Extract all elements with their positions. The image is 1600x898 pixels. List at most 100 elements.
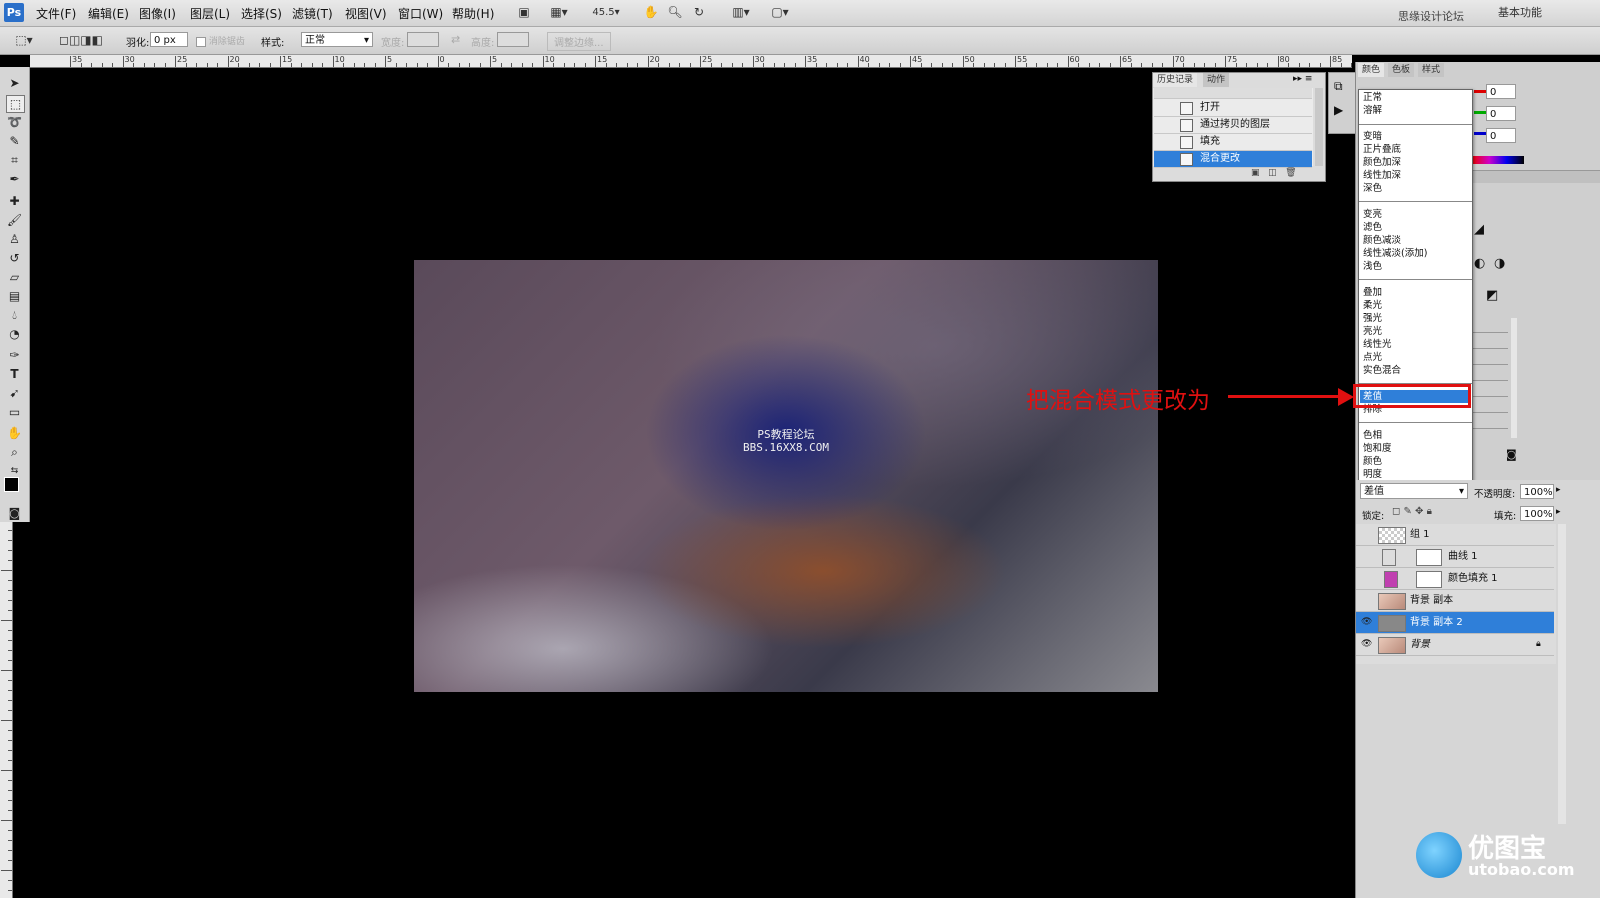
lasso-tool-icon[interactable]: ➰ [6, 114, 23, 130]
blend-option-vivid-light[interactable]: 亮光 [1363, 326, 1382, 338]
layer-row-selected[interactable]: 👁︎ 背景 副本 2 [1356, 612, 1554, 634]
width-input[interactable] [407, 32, 439, 47]
blend-mode-select[interactable]: 差值 ▾ [1360, 483, 1468, 499]
history-footer-icons[interactable]: ▣ ◫ 🗑︎ [1251, 168, 1297, 178]
blend-option-darker-color[interactable]: 深色 [1363, 183, 1382, 195]
quick-mask-icon[interactable]: ◙ [6, 505, 23, 521]
hand-icon[interactable]: ✋ [6, 425, 23, 441]
tab-history[interactable]: 历史记录 [1153, 73, 1198, 87]
blend-option-color[interactable]: 颜色 [1363, 456, 1382, 468]
shape-tool-icon[interactable]: ▭ [6, 404, 23, 420]
swap-icon[interactable]: ⇄ [451, 33, 460, 46]
document-canvas[interactable]: PS教程论坛 BBS.16XX8.COM [414, 260, 1158, 692]
tab-color[interactable]: 颜色 [1358, 63, 1385, 77]
zoom-level[interactable]: 45.5▾ [588, 4, 624, 21]
antialias-checkbox[interactable]: 消除锯齿 [196, 34, 245, 47]
blend-option-color-burn[interactable]: 颜色加深 [1363, 157, 1401, 169]
blend-option-pin-light[interactable]: 点光 [1363, 352, 1382, 364]
tab-actions[interactable]: 动作 [1203, 73, 1230, 87]
fill-input[interactable]: 100% [1520, 506, 1554, 521]
blend-option-screen[interactable]: 滤色 [1363, 222, 1382, 234]
screen-mode-icon[interactable]: ▦▾ [545, 4, 573, 21]
marquee-tool-icon[interactable]: ⬚ [6, 95, 25, 113]
layer-row[interactable]: 背景 副本 [1356, 590, 1554, 612]
crop-tool-icon[interactable]: ⌗ [6, 152, 23, 168]
selection-mode-icons[interactable]: ◻◫◨◧ [52, 32, 110, 49]
visibility-toggle[interactable] [1361, 529, 1372, 540]
foreground-color-swatch[interactable] [4, 477, 19, 492]
menu-file[interactable]: 文件(F) [36, 5, 76, 22]
visibility-toggle[interactable] [1361, 595, 1372, 606]
menu-image[interactable]: 图像(I) [139, 5, 176, 22]
bridge-icon[interactable]: ▣ [515, 4, 533, 21]
dodge-tool-icon[interactable]: ◔ [6, 326, 23, 342]
visibility-toggle[interactable] [1361, 573, 1372, 584]
feather-input[interactable]: 0 px [150, 32, 188, 47]
opacity-input[interactable]: 100% [1520, 484, 1554, 499]
blend-option-hard-light[interactable]: 强光 [1363, 313, 1382, 325]
workspace-switcher[interactable]: 基本功能 [1498, 4, 1542, 20]
blend-option-color-dodge[interactable]: 颜色减淡 [1363, 235, 1401, 247]
layer-row[interactable]: 组 1 [1356, 524, 1554, 546]
blend-option-dissolve[interactable]: 溶解 [1363, 105, 1382, 117]
tab-styles[interactable]: 样式 [1418, 63, 1445, 77]
history-snapshot[interactable] [1154, 88, 1312, 99]
gradient-map-icon[interactable]: ◩ [1486, 288, 1498, 303]
pen-tool-icon[interactable]: ✑ [6, 347, 23, 363]
blur-tool-icon[interactable]: 💧︎ [6, 307, 23, 323]
history-scrollbar[interactable] [1315, 88, 1323, 166]
curves-icon[interactable]: ◢ [1474, 222, 1484, 237]
actions-panel-icon[interactable]: ▶ [1334, 103, 1343, 117]
healing-brush-tool-icon[interactable]: ✚ [6, 193, 23, 209]
eraser-tool-icon[interactable]: ▱ [6, 269, 23, 285]
history-item[interactable]: 填充 [1154, 134, 1312, 151]
type-tool-icon[interactable]: T [6, 366, 23, 382]
clone-stamp-tool-icon[interactable]: ♙ [6, 231, 23, 247]
eyedropper-tool-icon[interactable]: ✒ [6, 171, 23, 187]
panel-menu-icon[interactable]: ▸▸ ≡ [1293, 74, 1312, 84]
green-value-input[interactable]: 0 [1486, 106, 1516, 121]
history-panel-icon[interactable]: ⧉ [1334, 79, 1343, 94]
history-brush-tool-icon[interactable]: ↺ [6, 250, 23, 266]
adjustments-footer-icon[interactable]: ◙ [1506, 448, 1517, 461]
arrange-documents-icon[interactable]: ▥▾ [727, 4, 755, 21]
path-select-tool-icon[interactable]: ➹ [6, 385, 23, 401]
blend-option-saturation[interactable]: 饱和度 [1363, 443, 1392, 455]
menu-window[interactable]: 窗口(W) [398, 5, 443, 22]
blend-option-hue[interactable]: 色相 [1363, 430, 1382, 442]
zoom-tool-icon[interactable]: 🔍︎ [666, 4, 684, 21]
refine-edge-button[interactable]: 调整边缘... [547, 32, 611, 51]
lock-options-icons[interactable]: ◻ ✎ ✥ 🔒︎ [1392, 506, 1432, 517]
blend-option-linear-burn[interactable]: 线性加深 [1363, 170, 1401, 182]
screen-mode-toggle-icon[interactable]: ▢▾ [766, 4, 794, 21]
layer-row[interactable]: 👁︎ 背景 🔒︎ [1356, 634, 1554, 656]
move-tool-icon[interactable]: ➤ [6, 75, 23, 91]
layer-row[interactable]: 曲线 1 [1356, 546, 1554, 568]
gradient-tool-icon[interactable]: ▤ [6, 288, 23, 304]
blend-option-hard-mix[interactable]: 实色混合 [1363, 365, 1401, 377]
blend-option-normal[interactable]: 正常 [1363, 92, 1382, 104]
history-item-selected[interactable]: 混合更改 [1154, 151, 1312, 168]
channel-mixer-icon[interactable]: ◐ [1474, 256, 1485, 271]
red-value-input[interactable]: 0 [1486, 84, 1516, 99]
menu-select[interactable]: 选择(S) [241, 5, 282, 22]
eye-icon[interactable]: 👁︎ [1361, 617, 1372, 628]
visibility-toggle[interactable] [1361, 551, 1372, 562]
blend-option-multiply[interactable]: 正片叠底 [1363, 144, 1401, 156]
blend-option-linear-dodge[interactable]: 线性减淡(添加) [1363, 248, 1427, 260]
menu-edit[interactable]: 编辑(E) [88, 5, 129, 22]
style-select[interactable]: 正常 ▾ [301, 32, 373, 47]
blend-option-overlay[interactable]: 叠加 [1363, 287, 1382, 299]
fill-slider-arrow-icon[interactable]: ▸ [1556, 507, 1561, 517]
menu-layer[interactable]: 图层(L) [190, 5, 230, 22]
layers-scrollbar[interactable] [1558, 524, 1566, 824]
color-spectrum-bar[interactable] [1472, 156, 1524, 164]
zoom-icon[interactable]: ⌕ [6, 444, 23, 460]
blend-option-darken[interactable]: 变暗 [1363, 131, 1382, 143]
brush-tool-icon[interactable]: 🖌︎ [6, 212, 23, 228]
adjustments-scrollbar[interactable] [1511, 318, 1517, 438]
menu-view[interactable]: 视图(V) [345, 5, 387, 22]
blend-option-linear-light[interactable]: 线性光 [1363, 339, 1392, 351]
quick-select-tool-icon[interactable]: ✎ [6, 133, 23, 149]
history-item[interactable]: 打开 [1154, 100, 1312, 117]
